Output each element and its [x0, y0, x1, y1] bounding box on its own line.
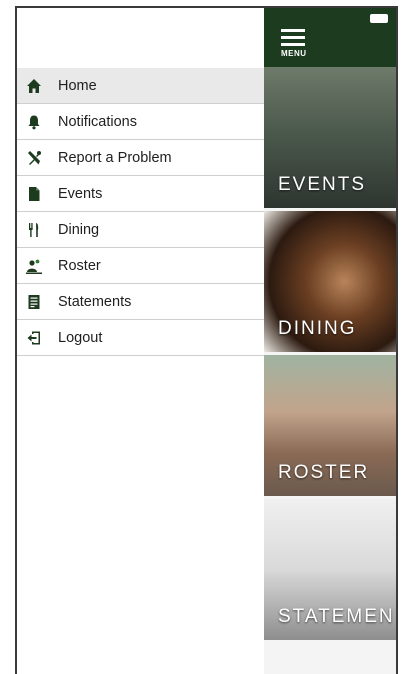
drawer-item-roster[interactable]: Roster	[17, 248, 264, 284]
home-icon	[25, 77, 43, 95]
tile-label: ROSTER	[278, 462, 370, 483]
phone-frame: Home Notifications Report a Problem Even…	[15, 6, 398, 674]
statements-tile[interactable]: STATEMEN	[264, 499, 396, 640]
drawer-item-label: Dining	[58, 221, 100, 238]
logout-icon	[25, 329, 43, 347]
drawer-item-label: Statements	[58, 293, 132, 310]
tile-label: DINING	[278, 318, 357, 339]
home-content-panel: MENU EVENTS DINING ROSTER STATEMEN	[264, 8, 396, 674]
drawer-item-label: Notifications	[58, 113, 137, 130]
events-tile[interactable]: EVENTS	[264, 67, 396, 208]
menu-label: MENU	[281, 49, 307, 58]
tools-icon	[25, 149, 43, 167]
dining-tile[interactable]: DINING	[264, 211, 396, 352]
drawer-item-label: Events	[58, 185, 103, 202]
tile-label: STATEMEN	[278, 606, 395, 627]
statement-icon	[25, 293, 43, 311]
drawer-item-report-a-problem[interactable]: Report a Problem	[17, 140, 264, 176]
drawer-item-label: Roster	[58, 257, 101, 274]
menu-button[interactable]: MENU	[281, 29, 309, 59]
document-icon	[25, 185, 43, 203]
drawer-item-notifications[interactable]: Notifications	[17, 104, 264, 140]
navigation-drawer: Home Notifications Report a Problem Even…	[17, 8, 265, 674]
drawer-item-dining[interactable]: Dining	[17, 212, 264, 248]
hamburger-icon-bar	[281, 29, 305, 32]
people-icon	[25, 257, 43, 275]
top-app-bar: MENU	[264, 8, 396, 67]
utensils-icon	[25, 221, 43, 239]
hamburger-icon-bar	[281, 36, 305, 39]
roster-tile[interactable]: ROSTER	[264, 355, 396, 496]
bell-icon	[25, 113, 43, 131]
drawer-item-events[interactable]: Events	[17, 176, 264, 212]
drawer-item-logout[interactable]: Logout	[17, 320, 264, 356]
drawer-item-label: Home	[58, 77, 97, 94]
drawer-item-statements[interactable]: Statements	[17, 284, 264, 320]
drawer-item-label: Report a Problem	[58, 149, 172, 166]
battery-icon	[370, 14, 388, 23]
hamburger-icon-bar	[281, 43, 305, 46]
drawer-item-home[interactable]: Home	[17, 68, 264, 104]
tile-label: EVENTS	[278, 174, 367, 195]
drawer-item-label: Logout	[58, 329, 103, 346]
drawer-menu-list: Home Notifications Report a Problem Even…	[17, 68, 264, 356]
